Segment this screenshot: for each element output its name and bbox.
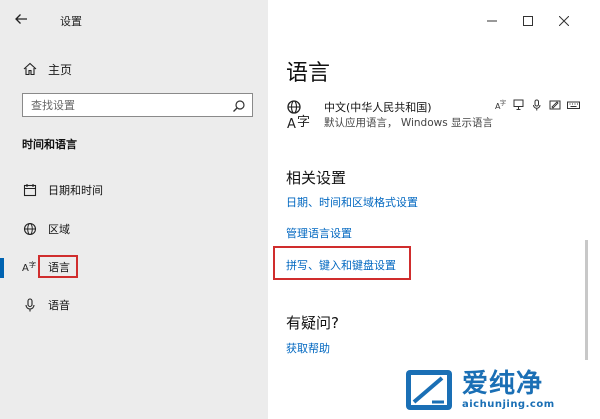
home-icon bbox=[22, 61, 38, 77]
handwriting-icon bbox=[548, 99, 562, 111]
calendar-icon bbox=[22, 182, 38, 198]
language-feature-icons: A字 bbox=[494, 99, 580, 111]
minimize-icon bbox=[487, 20, 497, 22]
get-help-link[interactable]: 获取帮助 bbox=[286, 340, 330, 356]
language-pack-icon: A字 bbox=[494, 99, 508, 111]
minimize-button[interactable] bbox=[474, 10, 510, 32]
search-box[interactable] bbox=[22, 93, 253, 117]
page-title: 语言 bbox=[286, 61, 331, 86]
language-description: 默认应用语言， Windows 显示语言 bbox=[324, 117, 494, 129]
sidebar-item-home[interactable]: 主页 bbox=[22, 59, 72, 79]
svg-text:字: 字 bbox=[29, 260, 36, 269]
sidebar-item-speech[interactable]: 语音 bbox=[22, 294, 70, 316]
watermark-logo-icon bbox=[406, 369, 452, 410]
active-indicator bbox=[0, 258, 4, 278]
window-controls bbox=[474, 10, 582, 32]
microphone-icon bbox=[22, 297, 38, 313]
globe-icon bbox=[22, 221, 38, 237]
watermark-brand: 爱纯净 bbox=[462, 369, 544, 399]
search-icon[interactable] bbox=[232, 98, 246, 112]
highlight-box-spelling bbox=[273, 246, 411, 280]
back-button[interactable] bbox=[14, 10, 38, 32]
sidebar-item-date-time[interactable]: 日期和时间 bbox=[22, 179, 103, 201]
arrow-left-icon bbox=[15, 14, 27, 24]
related-settings-title: 相关设置 bbox=[286, 169, 347, 187]
manage-language-settings-link[interactable]: 管理语言设置 bbox=[286, 225, 352, 241]
close-icon bbox=[559, 16, 569, 26]
home-label: 主页 bbox=[48, 62, 73, 77]
close-button[interactable] bbox=[546, 10, 582, 32]
main-content: 语言 A 字 中文(中华人民共和国) 默认应用语言， Windows 显示语言 … bbox=[268, 0, 600, 419]
watermark-url: aichunjing.com bbox=[462, 399, 555, 410]
keyboard-icon bbox=[566, 99, 580, 111]
maximize-icon bbox=[523, 16, 533, 26]
maximize-button[interactable] bbox=[510, 10, 546, 32]
watermark: 爱纯净 aichunjing.com bbox=[402, 360, 600, 419]
date-time-region-format-link[interactable]: 日期、时间和区域格式设置 bbox=[286, 194, 418, 210]
section-title: 时间和语言 bbox=[22, 138, 77, 151]
language-icon: A字 bbox=[22, 259, 38, 275]
scrollbar[interactable] bbox=[585, 240, 588, 360]
svg-text:字: 字 bbox=[500, 99, 506, 107]
svg-text:A: A bbox=[287, 117, 296, 131]
sidebar-item-label: 语音 bbox=[48, 299, 70, 312]
sidebar-item-region[interactable]: 区域 bbox=[22, 218, 70, 240]
search-input[interactable] bbox=[23, 98, 223, 112]
watermark-text: 爱纯净 aichunjing.com bbox=[462, 369, 555, 410]
svg-text:A: A bbox=[22, 263, 29, 274]
sidebar: 设置 主页 时间和语言 日期和时间 区域 bbox=[0, 0, 268, 419]
sidebar-item-label: 日期和时间 bbox=[48, 184, 103, 197]
language-list-item[interactable]: A 字 中文(中华人民共和国) 默认应用语言， Windows 显示语言 A字 bbox=[286, 99, 586, 133]
speech-icon bbox=[512, 99, 526, 111]
highlight-box-language bbox=[38, 255, 78, 278]
language-glyph-icon: A 字 bbox=[286, 99, 314, 132]
microphone-icon bbox=[530, 99, 544, 111]
sidebar-item-label: 区域 bbox=[48, 223, 70, 236]
window-title: 设置 bbox=[60, 15, 82, 28]
help-title: 有疑问? bbox=[286, 314, 339, 332]
svg-text:字: 字 bbox=[297, 115, 310, 130]
settings-window: 设置 主页 时间和语言 日期和时间 区域 bbox=[0, 0, 600, 419]
language-name: 中文(中华人民共和国) bbox=[324, 101, 432, 114]
